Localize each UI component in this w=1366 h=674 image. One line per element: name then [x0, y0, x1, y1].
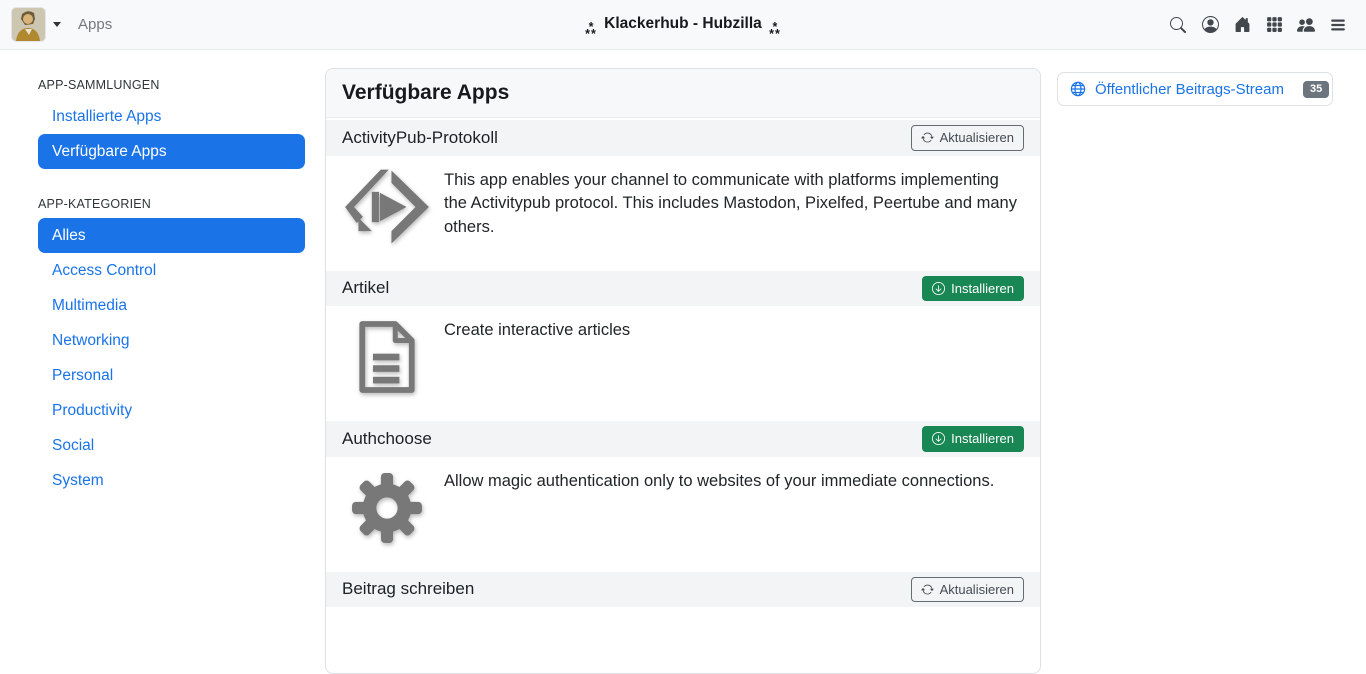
sidebar-item-label: Alles — [52, 227, 86, 245]
sidebar-item-access-control[interactable]: Access Control — [38, 253, 305, 288]
groups-icon[interactable] — [1290, 0, 1322, 50]
gear-icon — [342, 466, 432, 550]
download-icon — [932, 432, 945, 445]
account-icon[interactable] — [1194, 0, 1226, 50]
app-action-button[interactable]: Installieren — [922, 426, 1024, 452]
app-name: Authchoose — [342, 429, 432, 449]
app-section-header: Beitrag schreiben Aktualisieren — [326, 572, 1040, 608]
home-icon[interactable] — [1226, 0, 1258, 50]
app-section: ActivityPub-Protokoll Aktualisieren — [326, 120, 1040, 263]
app-content: Create interactive articles — [326, 306, 1040, 413]
app-section: Beitrag schreiben Aktualisieren — [326, 572, 1040, 664]
app-section: Artikel Installieren — [326, 271, 1040, 414]
app-section-header: ActivityPub-Protokoll Aktualisieren — [326, 120, 1040, 156]
app-content: This app enables your channel to communi… — [326, 156, 1040, 263]
sidebar-item-label: Personal — [52, 367, 113, 385]
app-action-button[interactable]: Installieren — [922, 276, 1024, 302]
asterism-ornament: *** — [585, 24, 597, 37]
sidebar-item-label: Social — [52, 437, 94, 455]
public-stream-card[interactable]: Öffentlicher Beitrags-Stream 35 — [1057, 72, 1333, 106]
app-description: Create interactive articles — [444, 315, 630, 343]
globe-icon — [1070, 81, 1086, 97]
download-icon — [932, 282, 945, 295]
apps-grid-icon[interactable] — [1258, 0, 1290, 50]
sidebar-item-label: Productivity — [52, 402, 132, 420]
search-icon[interactable] — [1162, 0, 1194, 50]
page-title: Verfügbare Apps — [326, 69, 1040, 118]
asterism-ornament: *** — [769, 24, 781, 37]
refresh-icon — [921, 131, 934, 144]
sidebar-item-label: System — [52, 472, 104, 490]
app-section-header: Authchoose Installieren — [326, 421, 1040, 457]
app-content: Allow magic authentication only to websi… — [326, 457, 1040, 564]
app-description: Allow magic authentication only to websi… — [444, 466, 994, 494]
menu-icon[interactable] — [1322, 0, 1354, 50]
sidebar-item-productivity[interactable]: Productivity — [38, 393, 305, 428]
navbar-icon-group — [1162, 0, 1354, 50]
app-section-header: Artikel Installieren — [326, 271, 1040, 307]
available-apps-panel: Verfügbare Apps ActivityPub-Protokoll Ak… — [325, 68, 1041, 674]
app-categories-list: Alles Access Control Multimedia Networki… — [38, 218, 305, 498]
app-action-label: Installieren — [951, 280, 1014, 298]
sidebar-item-label: Multimedia — [52, 297, 127, 315]
app-collections-header: APP-SAMMLUNGEN — [38, 78, 305, 92]
app-action-label: Installieren — [951, 430, 1014, 448]
app-action-label: Aktualisieren — [940, 581, 1014, 599]
app-list: ActivityPub-Protokoll Aktualisieren — [326, 120, 1040, 663]
app-name: ActivityPub-Protokoll — [342, 128, 498, 148]
navbar-apps-label[interactable]: Apps — [78, 16, 112, 33]
sidebar-item-networking[interactable]: Networking — [38, 323, 305, 358]
app-action-button[interactable]: Aktualisieren — [911, 125, 1024, 151]
app-action-button[interactable]: Aktualisieren — [911, 577, 1024, 603]
sidebar-item-label: Verfügbare Apps — [52, 143, 167, 161]
app-collections-list: Installierte Apps Verfügbare Apps — [38, 99, 305, 169]
app-content — [326, 607, 1040, 663]
left-sidebar: APP-SAMMLUNGEN Installierte Apps Verfügb… — [0, 50, 325, 498]
sidebar-item-social[interactable]: Social — [38, 428, 305, 463]
sidebar-item-multimedia[interactable]: Multimedia — [38, 288, 305, 323]
sidebar-item-personal[interactable]: Personal — [38, 358, 305, 393]
activitypub-icon — [342, 165, 432, 249]
file-text-icon — [342, 315, 432, 399]
app-categories-header: APP-KATEGORIEN — [38, 197, 305, 211]
user-avatar[interactable] — [12, 8, 45, 41]
app-action-label: Aktualisieren — [940, 129, 1014, 147]
sidebar-item-installierte-apps[interactable]: Installierte Apps — [38, 99, 305, 134]
public-stream-link[interactable]: Öffentlicher Beitrags-Stream — [1095, 81, 1284, 98]
sidebar-item-label: Access Control — [52, 262, 156, 280]
chevron-down-icon[interactable] — [53, 22, 61, 27]
sidebar-item-alles[interactable]: Alles — [38, 218, 305, 253]
app-description: This app enables your channel to communi… — [444, 165, 1024, 240]
top-navbar: Apps *** Klackerhub - Hubzilla *** — [0, 0, 1366, 50]
app-name: Artikel — [342, 278, 389, 298]
sidebar-item-verf-gbare-apps[interactable]: Verfügbare Apps — [38, 134, 305, 169]
sidebar-item-label: Installierte Apps — [52, 108, 161, 126]
refresh-icon — [921, 583, 934, 596]
stream-count-badge: 35 — [1303, 81, 1329, 98]
app-name: Beitrag schreiben — [342, 579, 474, 599]
app-section: Authchoose Installieren — [326, 421, 1040, 564]
sidebar-item-label: Networking — [52, 332, 130, 350]
sidebar-item-system[interactable]: System — [38, 463, 305, 498]
